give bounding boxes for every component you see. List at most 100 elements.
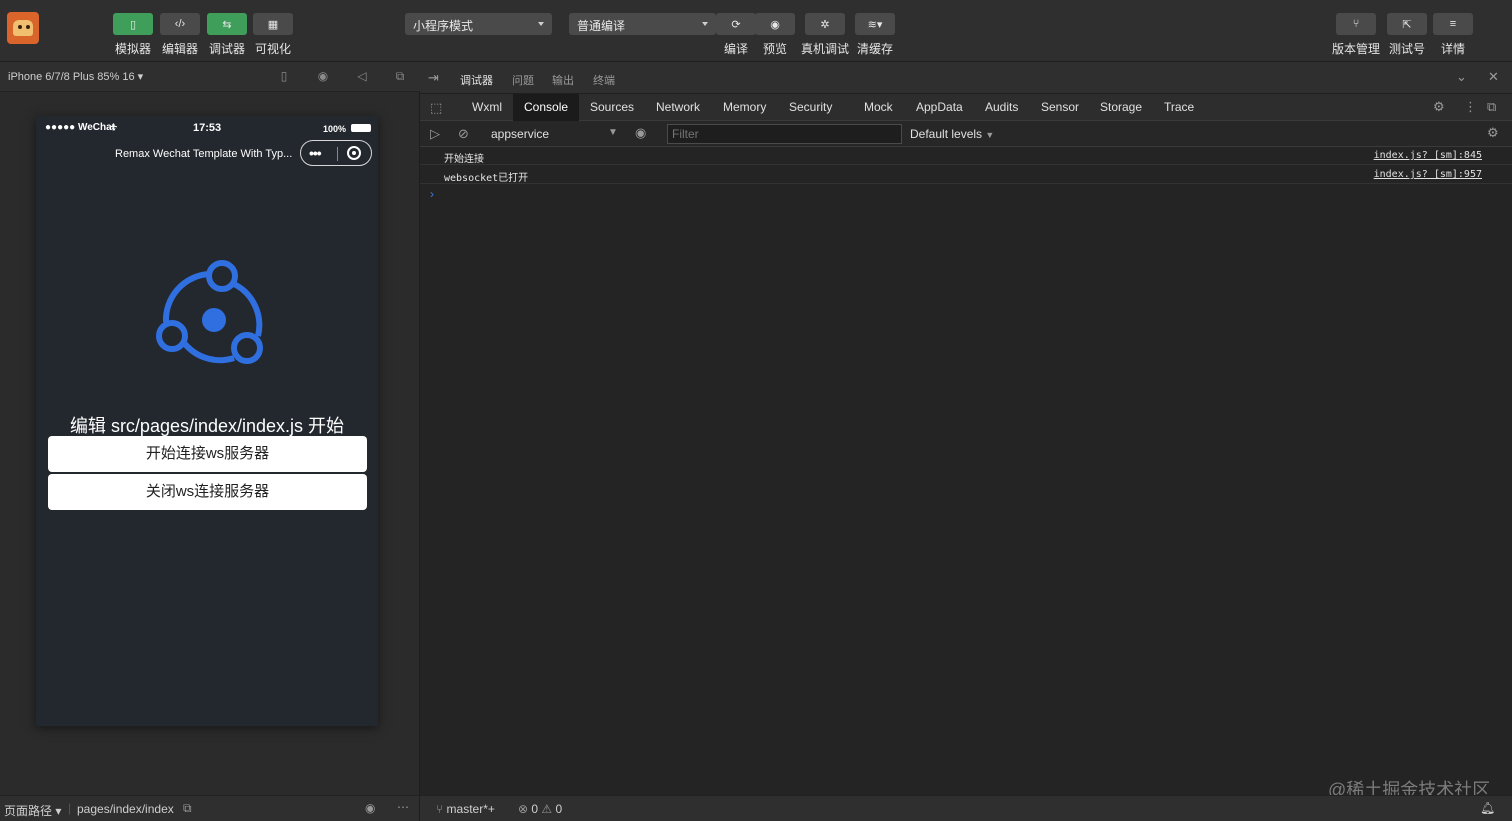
branch-name: master*+ xyxy=(446,802,495,816)
gear-icon[interactable]: ⚙ xyxy=(1433,99,1445,115)
details-button[interactable]: ≡ 详情 xyxy=(1433,13,1473,57)
clear-console-icon[interactable]: ⊘ xyxy=(458,126,469,142)
avatar-eye-right xyxy=(26,25,30,29)
devtab-console[interactable]: Console xyxy=(513,94,580,121)
status-carrier: ●●●●● WeChat xyxy=(45,122,116,133)
preview-label: 预览 xyxy=(762,42,787,56)
phone-screen: ●●●●● WeChat ᯤ 17:53 100% Remax Wechat T… xyxy=(36,116,378,726)
wifi-icon: ᯤ xyxy=(110,123,118,132)
log-row: 开始连接 index.js? [sm]:845 xyxy=(420,147,1512,165)
log-source-link[interactable]: index.js? [sm]:957 xyxy=(1374,169,1482,180)
device-select[interactable]: iPhone 6/7/8 Plus 85% 16 ▾ xyxy=(8,70,143,83)
devtab-sensor[interactable]: Sensor xyxy=(1030,94,1090,121)
volume-icon[interactable]: ◁ xyxy=(355,69,369,83)
simulator-label: 模拟器 xyxy=(114,42,151,56)
log-source-link[interactable]: index.js? [sm]:845 xyxy=(1374,150,1482,161)
gear-icon[interactable]: ⚙ xyxy=(1487,125,1499,141)
user-avatar[interactable] xyxy=(7,12,39,44)
version-control-button[interactable]: ⑂ 版本管理 xyxy=(1332,13,1380,57)
error-count: 0 xyxy=(531,802,539,816)
debug-icon: ⇆ xyxy=(207,13,247,35)
devtab-network[interactable]: Network xyxy=(645,94,711,121)
simulator-header: iPhone 6/7/8 Plus 85% 16 ▾ ▯ ◉ ◁ ⧉ xyxy=(0,62,420,92)
debugger-tab-bar: ⇥ 调试器 问题 输出 终端 ⌄ ✕ xyxy=(420,62,1512,94)
dock-icon[interactable]: ⧉ xyxy=(1487,99,1496,115)
editor-toggle[interactable]: ‹/› 编辑器 xyxy=(160,13,200,57)
simulator-toggle[interactable]: ▯ 模拟器 xyxy=(113,13,153,57)
external-icon: ⇱ xyxy=(1387,13,1427,35)
close-icon[interactable]: ✕ xyxy=(1488,69,1499,85)
connect-ws-button[interactable]: 开始连接ws服务器 xyxy=(48,436,367,472)
page-path-select[interactable]: 页面路径 ▾ xyxy=(4,802,61,819)
eye-icon: ◉ xyxy=(755,13,795,35)
inspect-element-icon[interactable]: ⬚ xyxy=(430,100,442,116)
preview-button[interactable]: ◉ 预览 xyxy=(755,13,795,57)
more-icon[interactable]: ⋯ xyxy=(397,800,409,814)
page-path-value: pages/index/index xyxy=(77,802,174,816)
app-logo-icon xyxy=(156,260,263,364)
devtab-audits[interactable]: Audits xyxy=(974,94,1029,121)
avatar-eye-left xyxy=(18,25,22,29)
devtab-security[interactable]: Security xyxy=(778,94,843,121)
eye-icon[interactable]: ◉ xyxy=(635,125,646,141)
menu-icon: ≡ xyxy=(1433,13,1473,35)
branch-icon: ⑂ xyxy=(1336,13,1376,35)
close-miniprogram-icon[interactable] xyxy=(347,146,361,160)
devtab-sources[interactable]: Sources xyxy=(579,94,645,121)
context-select-value: appservice xyxy=(491,127,550,141)
editor-label: 编辑器 xyxy=(161,42,198,56)
detach-window-icon[interactable]: ⧉ xyxy=(393,69,407,83)
chevron-down-icon: ▼ xyxy=(985,130,995,140)
version-control-label: 版本管理 xyxy=(1332,42,1381,56)
phone-nav-bar: Remax Wechat Template With Typ... ••• xyxy=(36,138,378,170)
more-icon[interactable]: ••• xyxy=(309,145,322,161)
clear-cache-button[interactable]: ≋▾ 清缓存 xyxy=(855,13,895,57)
top-toolbar: ▯ 模拟器 ‹/› 编辑器 ⇆ 调试器 ▦ 可视化 小程序模式 普通编译 ⟳ 编… xyxy=(0,0,1512,62)
debugger-label: 调试器 xyxy=(208,42,245,56)
devtab-appdata[interactable]: AppData xyxy=(905,94,974,121)
devtab-wxml[interactable]: Wxml xyxy=(461,94,513,121)
capsule-menu[interactable]: ••• xyxy=(300,140,372,166)
console-prompt[interactable]: › xyxy=(430,187,434,201)
remote-debug-button[interactable]: ✲ 真机调试 xyxy=(801,13,849,57)
log-levels-select[interactable]: Default levels ▼ xyxy=(910,127,994,141)
record-icon[interactable]: ◉ xyxy=(316,69,330,83)
eye-icon[interactable]: ◉ xyxy=(365,801,375,815)
kebab-menu-icon[interactable]: ⋮ xyxy=(1464,99,1477,115)
compile-button[interactable]: ⟳ 编译 xyxy=(716,13,756,57)
debugger-toggle[interactable]: ⇆ 调试器 xyxy=(207,13,247,57)
tab-terminal[interactable]: 终端 xyxy=(593,72,615,88)
chevron-down-icon[interactable]: ⌄ xyxy=(1456,69,1467,85)
copy-icon[interactable]: ⧉ xyxy=(183,801,192,816)
sidebar-toggle-icon[interactable]: ▷ xyxy=(430,126,440,142)
devtab-storage[interactable]: Storage xyxy=(1089,94,1153,121)
branch-indicator[interactable]: ⑂ master*+ xyxy=(436,802,495,816)
console-filter-input[interactable] xyxy=(667,124,902,144)
capsule-divider xyxy=(337,147,338,161)
page-path-label: 页面路径 xyxy=(4,804,53,818)
context-select[interactable]: appservice ▼ xyxy=(491,127,618,141)
bell-icon[interactable]: 🔔︎ xyxy=(1480,801,1495,815)
disconnect-ws-button[interactable]: 关闭ws连接服务器 xyxy=(48,474,367,510)
chevron-down-icon: ▾ xyxy=(55,804,62,818)
devtab-memory[interactable]: Memory xyxy=(712,94,777,121)
chevron-down-icon: ▾ xyxy=(137,71,144,83)
visual-toggle[interactable]: ▦ 可视化 xyxy=(253,13,293,57)
tab-output[interactable]: 输出 xyxy=(552,72,574,88)
status-battery: 100% xyxy=(323,124,347,134)
collapse-panel-icon[interactable]: ⇥ xyxy=(428,70,439,86)
problems-indicator[interactable]: ⊗ 0 ⚠ 0 xyxy=(518,802,562,816)
phone-rotate-icon[interactable]: ▯ xyxy=(277,69,291,83)
debugger-footer: ⑂ master*+ ⊗ 0 ⚠ 0 🔔︎ xyxy=(420,795,1512,821)
mode-select[interactable]: 小程序模式 xyxy=(405,13,552,35)
console-output: 开始连接 index.js? [sm]:845 websocket已打开 ind… xyxy=(420,147,1512,795)
bug-icon: ✲ xyxy=(805,13,845,35)
devtab-trace[interactable]: Trace xyxy=(1153,94,1205,121)
devtab-mock[interactable]: Mock xyxy=(853,94,904,121)
compile-select[interactable]: 普通编译 xyxy=(569,13,716,35)
test-account-button[interactable]: ⇱ 测试号 xyxy=(1387,13,1427,57)
tab-debugger[interactable]: 调试器 xyxy=(460,72,493,88)
branch-icon: ⑂ xyxy=(436,802,447,816)
tab-issues[interactable]: 问题 xyxy=(512,72,534,88)
compile-label: 编译 xyxy=(723,42,748,56)
